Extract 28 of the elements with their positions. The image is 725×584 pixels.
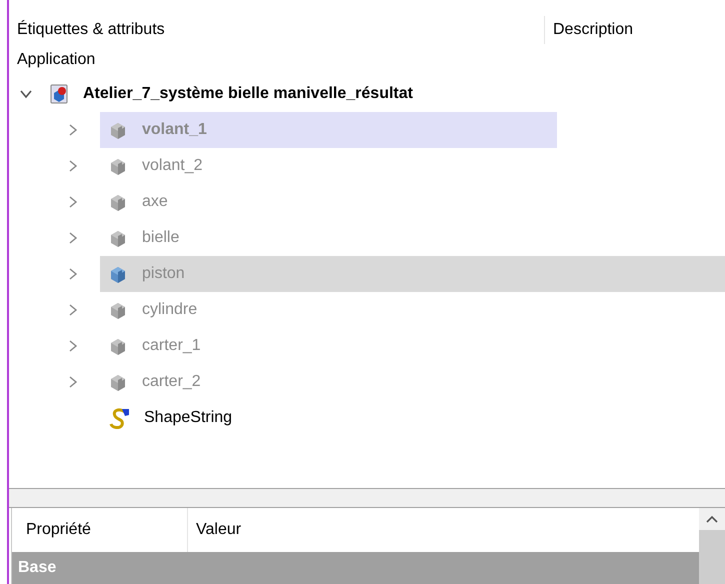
tree-item[interactable]: piston bbox=[100, 256, 725, 292]
scroll-up-icon[interactable] bbox=[705, 514, 719, 524]
tree-item[interactable]: volant_2 bbox=[100, 148, 216, 184]
column-header[interactable]: Étiquettes & attributs bbox=[9, 16, 545, 44]
tree-item[interactable]: Atelier_7_système bielle manivelle_résultat bbox=[69, 82, 419, 106]
tree-item[interactable]: volant_1 bbox=[100, 112, 557, 148]
scrollbar[interactable] bbox=[699, 508, 725, 584]
tree-item[interactable]: bielle bbox=[100, 220, 194, 256]
tree-item[interactable]: cylindre bbox=[100, 292, 212, 328]
shapestring-icon bbox=[108, 407, 130, 429]
tree-group-label: Application bbox=[17, 50, 96, 70]
part-cube-icon bbox=[108, 156, 128, 176]
tree-item[interactable]: ShapeString bbox=[100, 400, 246, 436]
property-group-row[interactable]: Base bbox=[12, 552, 699, 584]
part-cube-icon bbox=[108, 120, 128, 140]
column-header[interactable]: Valeur bbox=[188, 518, 242, 542]
tree-item[interactable]: axe bbox=[100, 184, 182, 220]
tree-item[interactable]: carter_2 bbox=[100, 364, 215, 400]
part-cube-icon bbox=[108, 192, 128, 212]
part-cube-icon bbox=[108, 372, 128, 392]
part-cube-icon bbox=[108, 264, 128, 284]
part-cube-icon bbox=[108, 228, 128, 248]
splitter-handle[interactable] bbox=[9, 488, 725, 508]
part-cube-icon bbox=[108, 336, 128, 356]
document-icon bbox=[49, 83, 69, 105]
part-cube-icon bbox=[108, 300, 128, 320]
tree-item[interactable]: carter_1 bbox=[100, 328, 215, 364]
column-header[interactable]: Description bbox=[545, 18, 634, 42]
